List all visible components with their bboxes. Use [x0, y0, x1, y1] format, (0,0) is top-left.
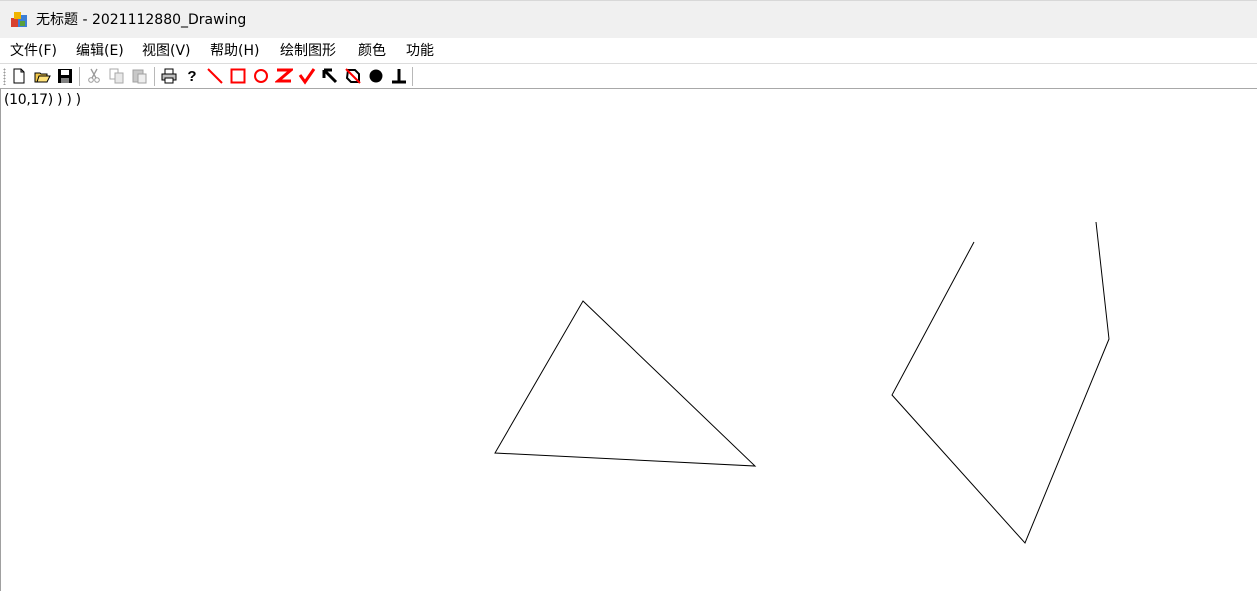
paste-icon[interactable]: [131, 67, 149, 85]
toolbar-end-separator: [412, 67, 413, 86]
svg-text:?: ?: [187, 68, 196, 85]
menu-functions[interactable]: 功能: [406, 42, 434, 60]
copy-icon[interactable]: [108, 67, 126, 85]
title-bar: 无标题 - 2021112880_Drawing: [0, 0, 1257, 38]
help-icon[interactable]: ?: [183, 67, 201, 85]
menu-edit[interactable]: 编辑(E): [76, 42, 124, 60]
window-title: 无标题 - 2021112880_Drawing: [36, 12, 247, 28]
toolbar-separator: [154, 67, 155, 86]
line-tool-icon[interactable]: [206, 67, 224, 85]
toolbar: ?: [0, 64, 1257, 89]
drawing-canvas[interactable]: (10,17) ) ) ): [0, 89, 1257, 591]
cut-icon[interactable]: [85, 67, 103, 85]
circle-tool-icon[interactable]: [252, 67, 270, 85]
drawn-triangle: [494, 300, 757, 467]
drawing-surface[interactable]: [1, 89, 1257, 591]
filled-dot-tool-icon[interactable]: [367, 67, 385, 85]
menu-color[interactable]: 颜色: [358, 42, 386, 60]
save-icon[interactable]: [56, 67, 74, 85]
menu-draw-shapes[interactable]: 绘制图形: [280, 42, 336, 60]
toolbar-separator: [79, 67, 80, 86]
arrow-tool-icon[interactable]: [321, 67, 339, 85]
menu-file[interactable]: 文件(F): [10, 42, 57, 60]
menu-bar: 文件(F) 编辑(E) 视图(V) 帮助(H) 绘制图形 颜色 功能: [0, 38, 1257, 64]
crossed-shape-tool-icon[interactable]: [344, 67, 362, 85]
z-shape-tool-icon[interactable]: [275, 67, 293, 85]
print-icon[interactable]: [160, 67, 178, 85]
new-file-icon[interactable]: [10, 67, 28, 85]
menu-help[interactable]: 帮助(H): [210, 42, 259, 60]
menu-view[interactable]: 视图(V): [142, 42, 191, 60]
perpendicular-tool-icon[interactable]: [390, 67, 408, 85]
rectangle-tool-icon[interactable]: [229, 67, 247, 85]
drawn-polyline: [891, 221, 1110, 544]
check-shape-tool-icon[interactable]: [298, 67, 316, 85]
app-icon[interactable]: [10, 11, 28, 29]
open-folder-icon[interactable]: [33, 67, 51, 85]
toolbar-grip[interactable]: [3, 68, 6, 85]
